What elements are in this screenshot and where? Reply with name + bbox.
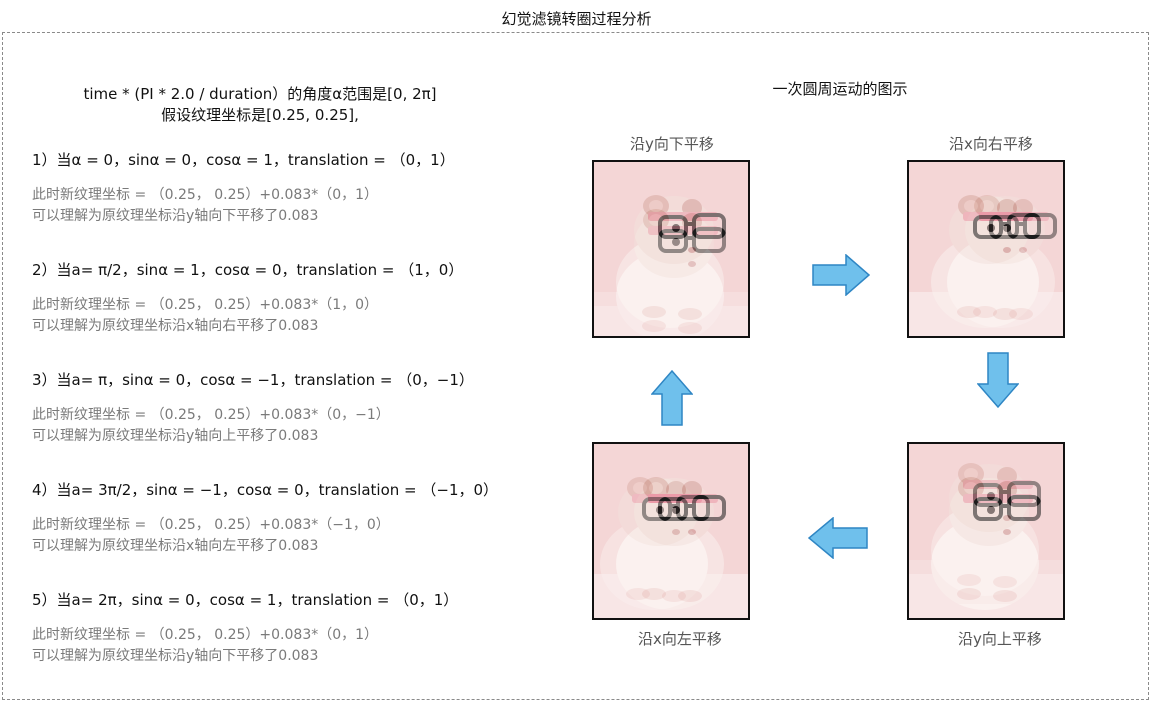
panel-label-top-left: 沿y向下平移 xyxy=(630,135,714,153)
shifted-ghost-image xyxy=(594,176,748,338)
hamster-image-bottom-left xyxy=(592,442,750,620)
hamster-image-bottom-right xyxy=(907,442,1065,620)
step-head: 4）当a= 3π/2，sinα = −1，cosα = 0，translatio… xyxy=(32,481,499,499)
panel-label-bottom-left: 沿x向左平移 xyxy=(638,630,722,648)
step-4: 4）当a= 3π/2，sinα = −1，cosα = 0，translatio… xyxy=(32,480,532,557)
step-3: 3）当a= π，sinα = 0，cosα = −1，translation =… xyxy=(32,370,532,447)
page-title: 幻觉滤镜转圈过程分析 xyxy=(501,10,652,28)
step-explanation: 可以理解为原纹理坐标沿y轴向下平移了0.083 xyxy=(32,208,319,224)
diagram-title: 一次圆周运动的图示 xyxy=(772,80,908,98)
step-head: 1）当α = 0，sinα = 0，cosα = 1，translation =… xyxy=(32,151,455,169)
step-body: 此时新纹理坐标 = （0.25， 0.25）+0.083*（0，1） 可以理解为… xyxy=(32,185,532,227)
step-body: 此时新纹理坐标 = （0.25， 0.25）+0.083*（−1，0） 可以理解… xyxy=(32,515,532,557)
panel-label-top-right: 沿x向右平移 xyxy=(949,135,1033,153)
step-formula: 此时新纹理坐标 = （0.25， 0.25）+0.083*（0，1） xyxy=(32,627,379,643)
intro-line-1: time * (PI * 2.0 / duration）的角度α范围是[0, 2… xyxy=(83,85,437,103)
arrow-left-icon xyxy=(808,517,868,559)
step-explanation: 可以理解为原纹理坐标沿y轴向下平移了0.083 xyxy=(32,648,319,664)
arrow-right-icon xyxy=(812,254,870,296)
step-5: 5）当a= 2π，sinα = 0，cosα = 1，translation =… xyxy=(32,590,532,667)
step-formula: 此时新纹理坐标 = （0.25， 0.25）+0.083*（1，0） xyxy=(32,297,379,313)
step-2: 2）当a= π/2，sinα = 1，cosα = 0，translation … xyxy=(32,260,532,337)
shifted-ghost-image xyxy=(909,442,1063,604)
intro-line-2: 假设纹理坐标是[0.25, 0.25], xyxy=(161,106,359,124)
hamster-image-top-right xyxy=(907,160,1065,338)
step-head: 3）当a= π，sinα = 0，cosα = −1，translation =… xyxy=(32,371,474,389)
hamster-image-top-left xyxy=(592,160,750,338)
step-body: 此时新纹理坐标 = （0.25， 0.25）+0.083*（1，0） 可以理解为… xyxy=(32,295,532,337)
step-explanation: 可以理解为原纹理坐标沿y轴向上平移了0.083 xyxy=(32,428,319,444)
step-explanation: 可以理解为原纹理坐标沿x轴向右平移了0.083 xyxy=(32,318,319,334)
step-explanation: 可以理解为原纹理坐标沿x轴向左平移了0.083 xyxy=(32,538,319,554)
intro-text: time * (PI * 2.0 / duration）的角度α范围是[0, 2… xyxy=(40,84,480,126)
shifted-ghost-image xyxy=(925,162,1065,336)
step-head: 5）当a= 2π，sinα = 0，cosα = 1，translation =… xyxy=(32,591,459,609)
step-formula: 此时新纹理坐标 = （0.25， 0.25）+0.083*（0，1） xyxy=(32,187,379,203)
arrow-up-icon xyxy=(651,370,693,426)
step-head: 2）当a= π/2，sinα = 1，cosα = 0，translation … xyxy=(32,261,464,279)
shifted-ghost-image xyxy=(592,444,732,618)
step-body: 此时新纹理坐标 = （0.25， 0.25）+0.083*（0，−1） 可以理解… xyxy=(32,405,532,447)
step-formula: 此时新纹理坐标 = （0.25， 0.25）+0.083*（−1，0） xyxy=(32,517,390,533)
arrow-down-icon xyxy=(977,352,1019,408)
step-body: 此时新纹理坐标 = （0.25， 0.25）+0.083*（0，1） 可以理解为… xyxy=(32,625,532,667)
panel-label-bottom-right: 沿y向上平移 xyxy=(958,630,1042,648)
step-formula: 此时新纹理坐标 = （0.25， 0.25）+0.083*（0，−1） xyxy=(32,407,390,423)
step-1: 1）当α = 0，sinα = 0，cosα = 1，translation =… xyxy=(32,150,532,227)
